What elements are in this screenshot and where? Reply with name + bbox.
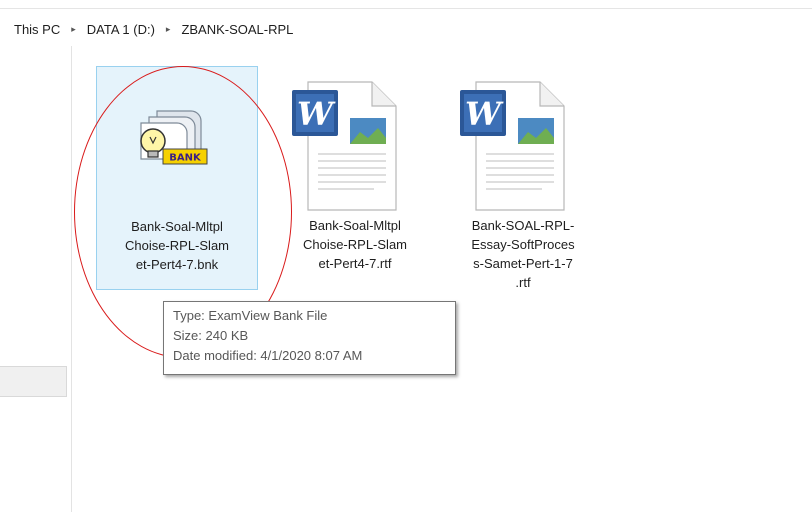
svg-text:BANK: BANK [169,153,202,164]
file-info-tooltip: Type: ExamView Bank File Size: 240 KB Da… [163,301,456,375]
word-document-icon: W [274,66,436,216]
file-name: Bank-Soal-Mltpl Choise-RPL-Slam et-Pert4… [124,219,230,272]
word-document-icon: W [442,66,604,216]
file-name: Bank-Soal-Mltpl Choise-RPL-Slam et-Pert4… [302,218,408,271]
breadcrumb-data-drive[interactable]: DATA 1 (D:) [85,22,157,37]
examview-bank-icon: BANK [97,67,257,217]
tooltip-type: Type: ExamView Bank File [173,308,328,323]
tooltip-date-modified: Date modified: 4/1/2020 8:07 AM [173,348,363,363]
tooltip-size: Size: 240 KB [173,328,249,343]
file-item-bank-soal-rtf[interactable]: W Bank-Soal-Mltpl Choise-RPL-Slam et-Per… [274,66,436,290]
breadcrumb-chevron-icon[interactable]: ▸ [71,24,76,35]
breadcrumb-current-folder[interactable]: ZBANK-SOAL-RPL [179,22,295,37]
title-bar-edge [0,0,812,9]
breadcrumb[interactable]: This PC ▸ DATA 1 (D:) ▸ ZBANK-SOAL-RPL [12,20,295,38]
navigation-pane-item[interactable] [0,366,67,397]
file-item-bank-soal-bnk[interactable]: BANK Bank-Soal-Mltpl Choise-RPL-Slam et-… [96,66,258,290]
svg-text:W: W [297,95,336,133]
breadcrumb-this-pc[interactable]: This PC [12,22,62,37]
file-item-bank-soal-essay-rtf[interactable]: W Bank-SOAL-RPL- Essay-SoftProces s-Same… [442,66,604,290]
navigation-pane-divider[interactable] [71,46,72,512]
breadcrumb-chevron-icon[interactable]: ▸ [166,24,171,35]
file-name: Bank-SOAL-RPL- Essay-SoftProces s-Samet-… [471,218,575,290]
svg-text:W: W [465,95,504,133]
